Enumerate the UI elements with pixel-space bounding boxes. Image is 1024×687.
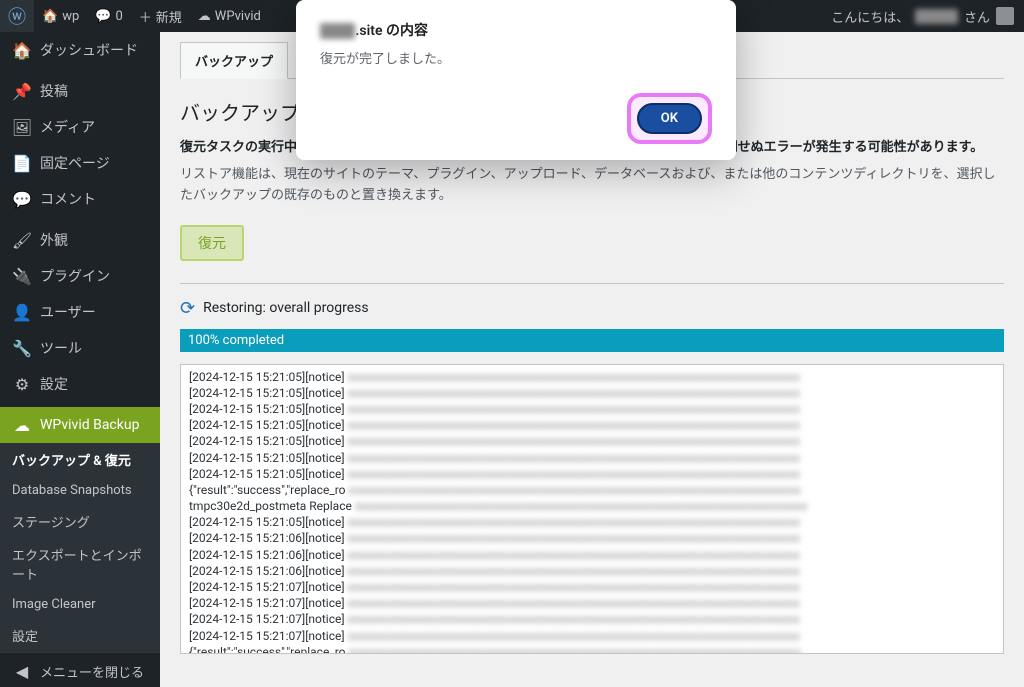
dialog-title: xxxxx.site の内容 (320, 20, 712, 40)
user-greeting[interactable]: こんにちは、 xxxxxx さん (831, 7, 1024, 26)
comments-link[interactable]: 💬0 (87, 0, 131, 32)
divider (180, 283, 1004, 284)
submenu-image-cleaner[interactable]: Image Cleaner (0, 590, 160, 619)
menu-wpvivid[interactable]: ☁WPvivid Backup (0, 407, 160, 443)
status-row: ⟳ Restoring: overall progress (180, 298, 1004, 319)
comments-icon: 💬 (12, 189, 32, 209)
menu-plugins[interactable]: 🔌プラグイン (0, 258, 160, 294)
menu-tools[interactable]: 🔧ツール (0, 330, 160, 366)
menu-pages[interactable]: 📄固定ページ (0, 145, 160, 181)
submenu-settings[interactable]: 設定 (0, 619, 160, 652)
menu-comments[interactable]: 💬コメント (0, 181, 160, 217)
menu-users[interactable]: 👤ユーザー (0, 294, 160, 330)
appearance-icon: 🖌 (12, 230, 32, 250)
menu-media[interactable]: 🖼メディア (0, 109, 160, 145)
progress-bar: 100% completed (180, 329, 1004, 352)
pages-icon: 📄 (12, 153, 32, 173)
menu-appearance[interactable]: 🖌外観 (0, 222, 160, 258)
collapse-icon: ◀ (12, 661, 32, 681)
site-home[interactable]: 🏠wp (34, 0, 87, 32)
description-text: リストア機能は、現在のサイトのテーマ、プラグイン、アップロード、データベースおよ… (180, 165, 1004, 207)
media-icon: 🖼 (12, 117, 32, 137)
admin-sidebar: 🏠ダッシュボード 📌投稿 🖼メディア 📄固定ページ 💬コメント 🖌外観 🔌プラグ… (0, 32, 160, 687)
wpvivid-submenu: バックアップ & 復元 Database Snapshots ステージング エク… (0, 443, 160, 652)
plus-icon: ＋ (139, 7, 152, 26)
wpvivid-topbar[interactable]: ☁WPvivid (190, 0, 269, 32)
ok-button[interactable]: OK (637, 103, 702, 134)
submenu-export-import[interactable]: エクスポートとインポート (0, 538, 160, 590)
home-icon: 🏠 (42, 9, 58, 24)
dialog-message: 復元が完了しました。 (320, 48, 712, 67)
log-textarea[interactable]: [2024-12-15 15:21:05][notice] xxxxxxxxxx… (180, 364, 1004, 654)
new-content[interactable]: ＋新規 (131, 0, 190, 32)
plugins-icon: 🔌 (12, 266, 32, 286)
menu-settings[interactable]: ⚙設定 (0, 366, 160, 402)
menu-posts[interactable]: 📌投稿 (0, 73, 160, 109)
cloud-icon: ☁ (198, 9, 211, 24)
cloud-icon: ☁ (12, 415, 32, 435)
dashboard-icon: 🏠 (12, 40, 32, 60)
tools-icon: 🔧 (12, 338, 32, 358)
collapse-menu[interactable]: ◀メニューを閉じる (0, 652, 160, 687)
submenu-backup-restore[interactable]: バックアップ & 復元 (0, 443, 160, 476)
refresh-icon: ⟳ (180, 298, 195, 319)
submenu-db-snapshots[interactable]: Database Snapshots (0, 476, 160, 505)
alert-dialog: xxxxx.site の内容 復元が完了しました。 OK (296, 0, 736, 160)
status-text: Restoring: overall progress (203, 300, 368, 316)
wordpress-logo[interactable]: ⓦ (0, 0, 34, 32)
menu-dashboard[interactable]: 🏠ダッシュボード (0, 32, 160, 68)
settings-icon: ⚙ (12, 374, 32, 394)
tab-backup[interactable]: バックアップ (180, 42, 288, 79)
users-icon: 👤 (12, 302, 32, 322)
comment-icon: 💬 (95, 9, 111, 24)
submenu-staging[interactable]: ステージング (0, 505, 160, 538)
pin-icon: 📌 (12, 81, 32, 101)
restore-button[interactable]: 復元 (180, 225, 244, 261)
avatar (996, 7, 1014, 25)
ok-highlight: OK (627, 93, 712, 144)
